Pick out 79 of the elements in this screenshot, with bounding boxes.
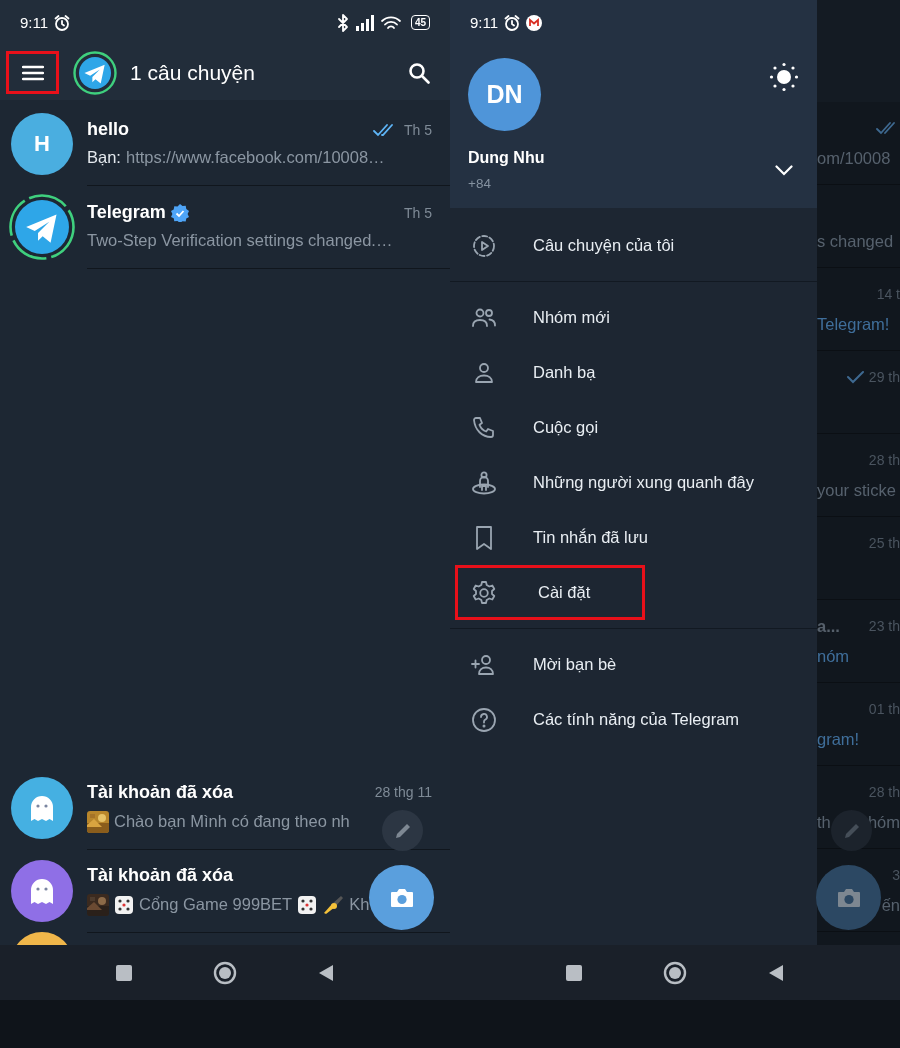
- message-preview: gram!: [817, 729, 860, 749]
- message-preview: Cổng Game 999BET: [139, 895, 293, 914]
- message-preview: Two-Step Verification settings changed.…: [87, 231, 393, 250]
- message-preview: om/10008: [817, 148, 891, 168]
- nearby-people-icon: [471, 469, 497, 496]
- menu-item[interactable]: Những người xung quanh đây: [450, 455, 817, 510]
- alarm-icon: [53, 13, 72, 32]
- pencil-icon: [842, 821, 861, 840]
- chat-time: 28 th: [868, 452, 900, 468]
- story-icon: [471, 232, 497, 259]
- header-title: 1 câu chuyện: [130, 60, 256, 85]
- message-preview: nóm: [817, 646, 850, 666]
- chat-name: Tài khoản đã xóa: [87, 864, 234, 886]
- accounts-toggle[interactable]: [775, 164, 793, 176]
- question-icon: [471, 706, 497, 733]
- writing-hand-icon: [322, 894, 345, 915]
- chat-time: 14 t: [876, 286, 900, 302]
- edit-button[interactable]: [382, 810, 423, 851]
- search-icon: [408, 61, 430, 84]
- chat-time: 23 th: [868, 618, 900, 634]
- clock-time: 9:11: [20, 14, 49, 31]
- die-icon: [297, 894, 318, 915]
- home-button[interactable]: [663, 960, 687, 985]
- back-button[interactable]: [767, 963, 785, 982]
- user-name: Dung Nhu: [468, 149, 545, 167]
- chat-time: 29 th: [868, 369, 900, 385]
- menu-item[interactable]: Tin nhắn đã lưu: [450, 510, 817, 565]
- pencil-icon: [393, 821, 412, 840]
- menu-item[interactable]: Nhóm mới: [450, 290, 817, 345]
- message-preview: ến: [881, 895, 900, 915]
- chat-time: Th 5: [404, 204, 432, 221]
- theme-button[interactable]: [769, 62, 799, 92]
- menu-item[interactable]: Cuộc gọi: [450, 400, 817, 455]
- menu-button[interactable]: [6, 51, 59, 94]
- battery-indicator: 45: [410, 15, 430, 30]
- phone-icon: [471, 414, 497, 441]
- alarm-icon: [503, 13, 522, 32]
- message-preview: Telegram!: [817, 314, 890, 334]
- chat-name: Tài khoản đã xóa: [87, 781, 234, 803]
- home-button[interactable]: [213, 960, 237, 985]
- camera-icon: [835, 886, 862, 909]
- chat-time: 25 th: [868, 535, 900, 551]
- sender-label: Bạn:: [87, 148, 121, 167]
- menu-item[interactable]: Câu chuyện của tôi: [450, 218, 817, 273]
- chat-time: 28 th: [868, 784, 900, 800]
- chat-time: 3: [892, 867, 900, 883]
- recents-button[interactable]: [115, 963, 133, 982]
- chat-time: 01 th: [868, 701, 900, 717]
- message-preview: your sticke: [817, 480, 896, 500]
- sent-check-icon: [846, 370, 865, 384]
- camera-icon: [388, 886, 415, 909]
- message-preview: Chào bạn Mình có đang theo nh: [114, 812, 350, 831]
- menu-item[interactable]: Các tính năng của Telegram: [450, 692, 817, 747]
- menu-item[interactable]: Mời bạn bè: [450, 637, 817, 692]
- bluetooth-icon: [335, 12, 350, 33]
- menu-item[interactable]: Danh bạ: [450, 345, 817, 400]
- avatar: H: [11, 112, 73, 175]
- chat-time: Th 5: [404, 121, 432, 138]
- chevron-down-icon: [775, 164, 793, 176]
- clock-time: 9:11: [470, 14, 499, 31]
- chat-name: Telegram: [87, 202, 166, 223]
- message-preview: Kh: [349, 895, 370, 914]
- message-preview: s changed: [817, 231, 894, 251]
- chat-name: a...: [817, 616, 840, 636]
- mail-icon: [526, 14, 543, 31]
- menu-icon: [21, 64, 44, 81]
- back-button[interactable]: [317, 963, 335, 982]
- story-avatar: [73, 50, 117, 95]
- chat-name: hello: [87, 119, 129, 140]
- settings-icon: [471, 579, 497, 606]
- die-icon: [114, 894, 134, 915]
- chat-time: 28 thg 11: [374, 784, 432, 800]
- phone-number: +84: [468, 176, 492, 191]
- message-preview: https://www.facebook.com/10008…: [125, 148, 385, 167]
- theme-icon: [769, 62, 799, 92]
- recents-button[interactable]: [565, 963, 583, 982]
- menu-item[interactable]: Cài đặt: [455, 565, 645, 620]
- signal-icon: [354, 14, 375, 31]
- message-preview: th: [817, 812, 831, 832]
